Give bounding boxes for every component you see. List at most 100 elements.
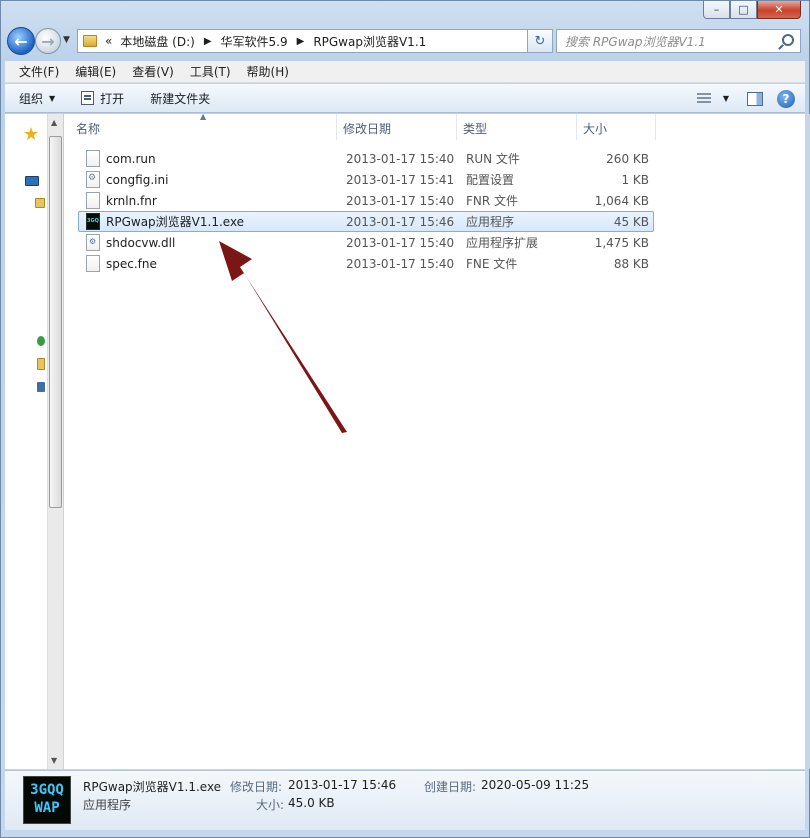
- file-row[interactable]: spec.fne 2013-01-17 15:40 FNE 文件 88 KB: [78, 253, 654, 274]
- explorer-window: – □ ✕ ← → ▼ « 本地磁盘 (D:) ▶ 华军软件5.9 ▶ RPGw…: [0, 0, 810, 838]
- file-type: RUN 文件: [466, 152, 520, 166]
- help-icon[interactable]: ?: [777, 89, 795, 108]
- details-view-icon: [696, 92, 711, 105]
- file-name: com.run: [106, 151, 156, 166]
- breadcrumb-separator[interactable]: ▶: [297, 36, 305, 47]
- close-button[interactable]: ✕: [757, 1, 801, 19]
- computer-icon[interactable]: [37, 358, 45, 370]
- file-type: 应用程序: [466, 215, 515, 229]
- details-file-type: 应用程序: [83, 798, 132, 812]
- file-name: krnln.fnr: [106, 193, 157, 208]
- file-date: 2013-01-17 15:40: [346, 151, 455, 166]
- menu-file[interactable]: 文件(F): [11, 63, 67, 80]
- breadcrumb-folder[interactable]: 华军软件5.9: [221, 33, 288, 50]
- open-button[interactable]: 打开: [71, 87, 134, 109]
- column-type[interactable]: 类型: [457, 114, 577, 140]
- libraries-icon[interactable]: [35, 198, 45, 208]
- maximize-button[interactable]: □: [730, 1, 757, 19]
- navigation-pane: ★ ▲ ▼: [5, 114, 63, 769]
- scroll-up-icon[interactable]: ▲: [51, 118, 57, 127]
- recent-pages-dropdown[interactable]: ▼: [63, 35, 70, 45]
- file-type: FNE 文件: [466, 257, 518, 271]
- file-row[interactable]: com.run 2013-01-17 15:40 RUN 文件 260 KB: [78, 148, 654, 169]
- organize-label: 组织: [19, 91, 44, 106]
- file-type: 配置设置: [466, 173, 515, 187]
- breadcrumb: « 本地磁盘 (D:) ▶ 华军软件5.9 ▶ RPGwap浏览器V1.1: [101, 33, 426, 50]
- menu-view[interactable]: 查看(V): [124, 63, 182, 80]
- homegroup-icon[interactable]: [37, 336, 45, 346]
- column-name[interactable]: 名称 ▲: [64, 112, 337, 140]
- file-icon: [86, 150, 100, 167]
- details-modified-label: 修改日期:: [230, 780, 283, 794]
- column-date[interactable]: 修改日期: [337, 114, 457, 140]
- details-pane: 3GQQ WAP RPGwap浏览器V1.1.exe 应用程序 修改日期: 20…: [5, 770, 805, 830]
- file-date: 2013-01-17 15:40: [346, 256, 455, 271]
- details-file-name: RPGwap浏览器V1.1.exe: [83, 780, 222, 794]
- scroll-down-icon[interactable]: ▼: [51, 756, 57, 765]
- forward-button[interactable]: →: [35, 28, 61, 54]
- address-bar[interactable]: « 本地磁盘 (D:) ▶ 华军软件5.9 ▶ RPGwap浏览器V1.1 ▼: [77, 29, 551, 53]
- menu-bar: 文件(F) 编辑(E) 查看(V) 工具(T) 帮助(H): [5, 61, 805, 83]
- menu-tools[interactable]: 工具(T): [182, 63, 239, 80]
- file-rows: com.run 2013-01-17 15:40 RUN 文件 260 KB c…: [78, 148, 654, 274]
- folder-icon: [83, 35, 97, 47]
- search-input[interactable]: 搜索 RPGwap浏览器V1.1: [556, 29, 801, 53]
- file-size: 1 KB: [621, 172, 649, 187]
- app-thumbnail: 3GQQ WAP: [23, 776, 71, 824]
- breadcrumb-drive[interactable]: 本地磁盘 (D:): [120, 33, 194, 50]
- new-folder-label: 新建文件夹: [150, 91, 211, 106]
- toolbar-right: ▼ ?: [693, 84, 805, 113]
- scrollbar-thumb[interactable]: [49, 136, 62, 508]
- minimize-button[interactable]: –: [703, 1, 730, 19]
- file-row-selected[interactable]: RPGwap浏览器V1.1.exe 2013-01-17 15:46 应用程序 …: [78, 211, 654, 232]
- network-icon[interactable]: [37, 382, 45, 392]
- file-type: 应用程序扩展: [466, 236, 539, 250]
- menu-edit[interactable]: 编辑(E): [67, 63, 124, 80]
- file-size: 45 KB: [613, 214, 649, 229]
- column-size[interactable]: 大小: [577, 114, 656, 140]
- file-icon: [86, 255, 100, 272]
- column-date-label: 修改日期: [343, 122, 392, 136]
- file-size: 260 KB: [606, 151, 649, 166]
- caption-buttons: – □ ✕: [703, 1, 801, 19]
- window-border: [805, 114, 810, 769]
- breadcrumb-overflow[interactable]: «: [105, 34, 112, 48]
- navigation-bar: ← → ▼ « 本地磁盘 (D:) ▶ 华军软件5.9 ▶ RPGwap浏览器V…: [5, 27, 805, 55]
- file-name: shdocvw.dll: [106, 235, 176, 250]
- refresh-button[interactable]: ↻: [527, 29, 553, 53]
- details-modified-value: 2013-01-17 15:46: [288, 778, 397, 792]
- file-size: 1,064 KB: [594, 193, 649, 208]
- thumbnail-text: WAP: [34, 800, 60, 816]
- column-headers: 名称 ▲ 修改日期 类型 大小: [64, 112, 805, 140]
- file-list: 名称 ▲ 修改日期 类型 大小 com.run 2013-01-17 15:40…: [64, 112, 805, 769]
- open-icon: [81, 91, 95, 105]
- file-row[interactable]: congfig.ini 2013-01-17 15:41 配置设置 1 KB: [78, 169, 654, 190]
- desktop-icon[interactable]: [25, 176, 39, 186]
- search-icon[interactable]: [782, 34, 794, 46]
- chevron-down-icon: ▼: [722, 94, 729, 103]
- menu-help[interactable]: 帮助(H): [239, 63, 297, 80]
- change-view-button[interactable]: ▼: [693, 88, 733, 110]
- details-created-value: 2020-05-09 11:25: [481, 778, 590, 792]
- organize-button[interactable]: 组织 ▼: [5, 87, 65, 109]
- breadcrumb-current[interactable]: RPGwap浏览器V1.1: [313, 33, 426, 50]
- back-button[interactable]: ←: [7, 27, 35, 55]
- preview-pane-icon[interactable]: [747, 91, 763, 106]
- file-size: 88 KB: [613, 256, 649, 271]
- file-name: congfig.ini: [106, 172, 169, 187]
- breadcrumb-separator[interactable]: ▶: [204, 36, 212, 47]
- details-created-label: 创建日期:: [424, 780, 477, 794]
- command-bar: 组织 ▼ 打开 新建文件夹 ▼ ?: [5, 84, 805, 113]
- favorites-star-icon[interactable]: ★: [23, 124, 39, 145]
- file-row[interactable]: krnln.fnr 2013-01-17 15:40 FNR 文件 1,064 …: [78, 190, 654, 211]
- file-row[interactable]: shdocvw.dll 2013-01-17 15:40 应用程序扩展 1,47…: [78, 232, 654, 253]
- app-icon: [86, 213, 100, 230]
- new-folder-button[interactable]: 新建文件夹: [140, 87, 220, 109]
- file-name: RPGwap浏览器V1.1.exe: [106, 215, 245, 229]
- file-date: 2013-01-17 15:41: [346, 172, 455, 187]
- dll-icon: [86, 234, 100, 251]
- file-type: FNR 文件: [466, 194, 519, 208]
- navigation-scrollbar[interactable]: ▲ ▼: [47, 114, 63, 769]
- chevron-down-icon: ▼: [49, 93, 56, 103]
- column-type-label: 类型: [463, 122, 488, 136]
